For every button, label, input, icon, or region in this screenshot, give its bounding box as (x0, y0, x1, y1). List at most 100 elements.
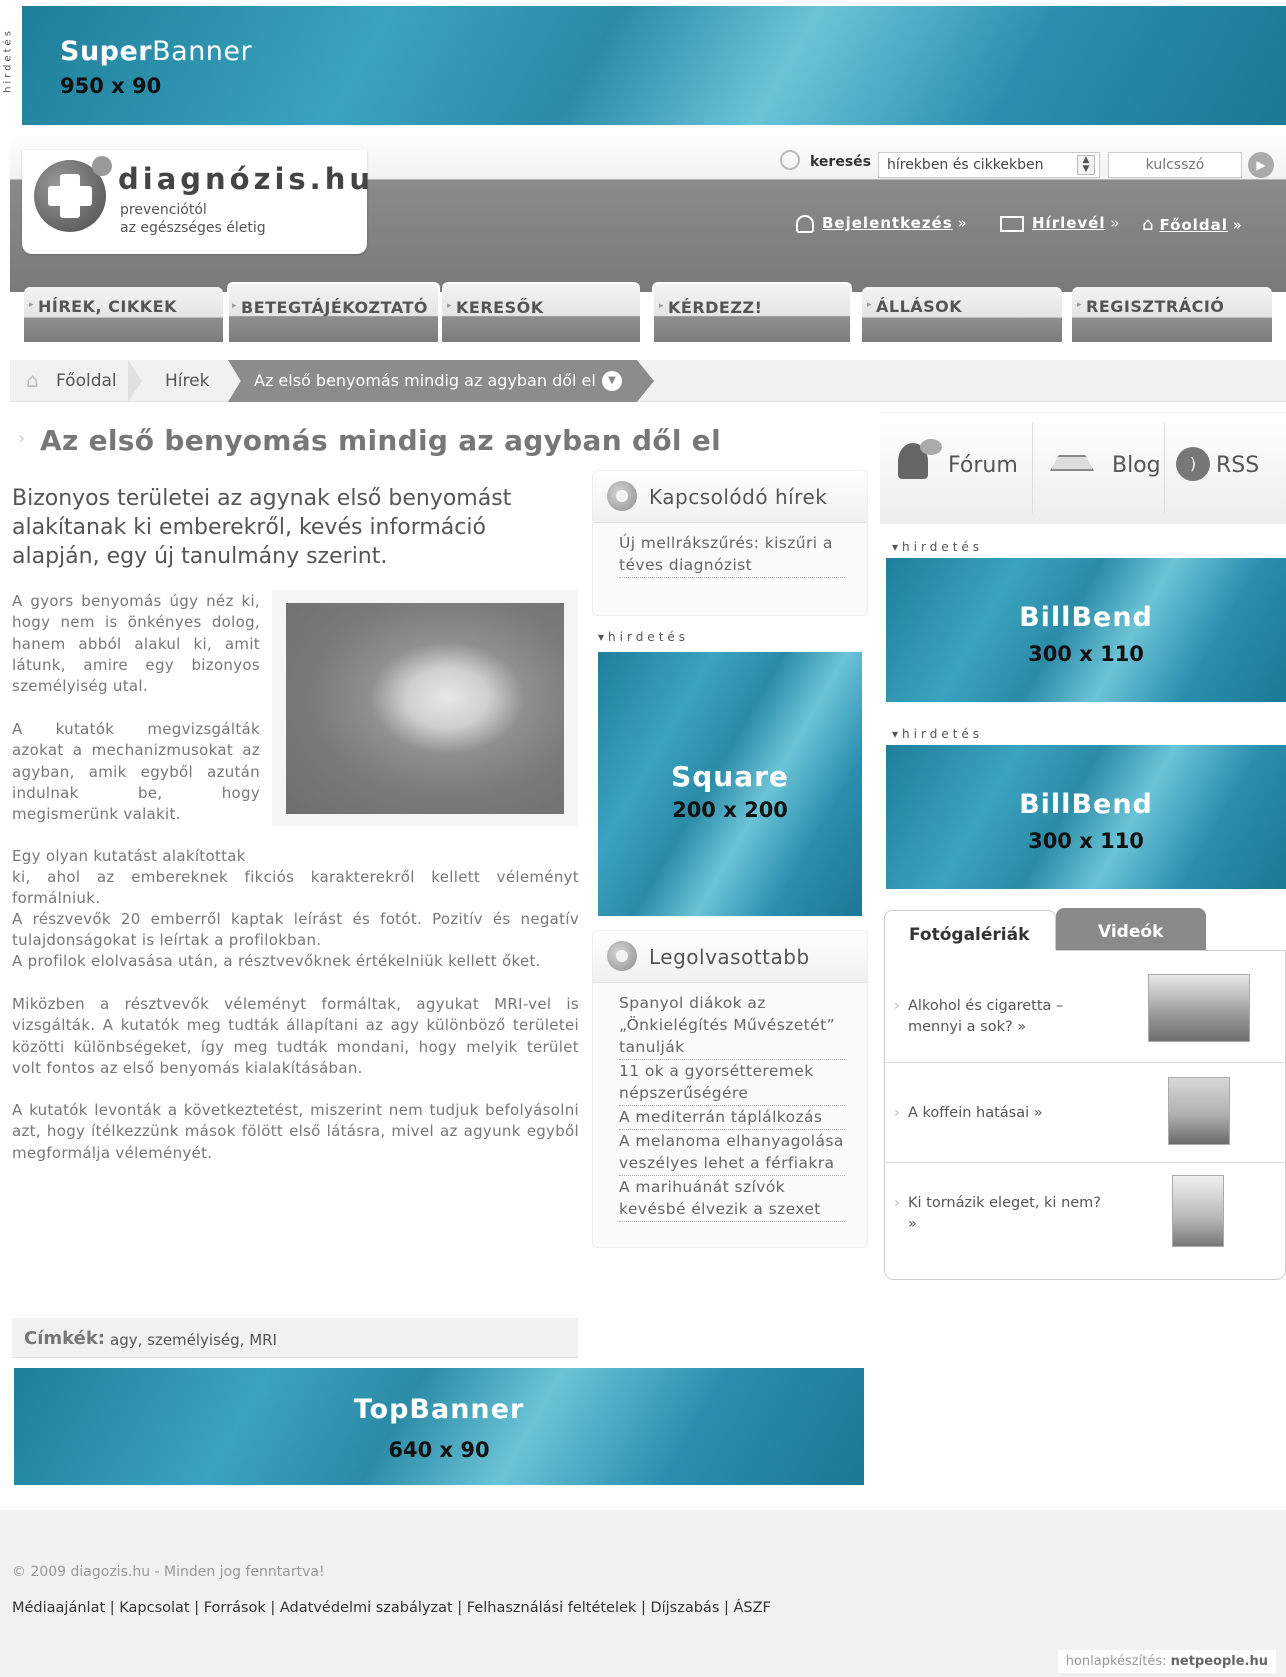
billbend-ad[interactable]: BillBend 300 x 110 (886, 745, 1286, 889)
footer-copyright: © 2009 diagozis.hu - Minden jog fenntart… (12, 1564, 325, 1580)
logo-box[interactable]: diagnózis.hu prevenciótól az egészséges … (22, 150, 370, 254)
rss-icon: ) (1176, 447, 1210, 481)
most-read-title: Legolvasottabb (649, 945, 810, 969)
tags-bar: Címkék: agy, személyiség, MRI (12, 1318, 578, 1358)
newsletter-link[interactable]: Hírlevél » (1000, 214, 1119, 232)
user-icon (796, 214, 814, 233)
tab-photo-galleries[interactable]: Fotógalériák (884, 910, 1056, 954)
article-paragraph: A kutatók megvizsgálták azokat a mechani… (12, 720, 260, 824)
article-lead: Bizonyos területei az agynak első benyom… (12, 486, 512, 569)
article-paragraph: A profilok elolvasása után, a résztvevők… (12, 952, 541, 970)
tab-videos[interactable]: Videók (1056, 908, 1206, 950)
search-icon (780, 150, 800, 170)
related-box: Kapcsolódó hírek Új mellrákszűrés: kiszű… (592, 470, 868, 616)
billbend-title: BillBend (1019, 602, 1153, 633)
article-paragraph: Egy olyan kutatást alakítottak (12, 847, 246, 865)
footer-link[interactable]: Díjszabás (650, 1600, 719, 1616)
footer-links: Médiaajánlat | Kapcsolat | Források | Ad… (12, 1600, 771, 1616)
gallery-thumbnail (1148, 974, 1250, 1042)
breadcrumb-news[interactable]: Hírek (165, 371, 209, 391)
login-link[interactable]: Bejelentkezés » (796, 214, 967, 233)
square-ad-size: 200 x 200 (672, 798, 788, 822)
nav-tab-jobs[interactable]: ÁLLÁSOK (862, 287, 1062, 342)
gallery-item[interactable]: Ki tornázik eleget, ki nem?» (886, 1162, 1283, 1272)
home-icon: ⌂ (1142, 214, 1154, 235)
search-input[interactable] (1108, 152, 1242, 178)
gallery-item[interactable]: A koffein hatásai » (886, 1062, 1283, 1162)
related-link[interactable]: Új mellrákszűrés: kiszűri a téves diagnó… (619, 533, 845, 579)
super-banner-title-bold: Super (60, 36, 153, 67)
super-banner-title: Banner (152, 36, 253, 67)
article-paragraph: Miközben a résztvevők véleményt formálta… (12, 995, 579, 1077)
billbend-size: 300 x 110 (1028, 829, 1144, 853)
footer-link[interactable]: Kapcsolat (119, 1600, 189, 1616)
nav-tab-ask[interactable]: KÉRDEZZ! (652, 282, 852, 342)
super-banner-size: 950 x 90 (60, 74, 162, 98)
square-ad-label: ▾hirdetés (598, 630, 690, 644)
home-icon: ⌂ (26, 368, 39, 392)
billbend-ad-label: ▾hirdetés (892, 727, 984, 741)
footer-link[interactable]: Felhasználási feltételek (467, 1600, 637, 1616)
nav-tab-patient-info[interactable]: BETEGTÁJÉKOZTATÓ (227, 282, 440, 342)
article-paragraph: A gyors benyomás úgy néz ki, hogy nem is… (12, 592, 260, 696)
billbend-title: BillBend (1019, 789, 1153, 820)
tags-value[interactable]: agy, személyiség, MRI (110, 1331, 277, 1349)
chevron-down-icon[interactable]: ▼ (602, 371, 622, 391)
article-image-frame (272, 590, 578, 826)
breadcrumb-separator (128, 360, 142, 402)
gear-icon (607, 941, 637, 971)
gallery-thumbnail (1168, 1077, 1230, 1145)
nav-tab-news[interactable]: HÍREK, CIKKEK (24, 287, 223, 342)
top-banner-title: TopBanner (353, 1394, 525, 1425)
social-bar: Fórum Blog ) RSS (880, 412, 1286, 524)
footer-link[interactable]: Források (204, 1600, 266, 1616)
super-banner[interactable]: SuperBanner 950 x 90 (22, 6, 1286, 125)
chevron-updown-icon: ▲ ▼ (1077, 155, 1095, 175)
most-read-link[interactable]: 11 ok a gyorsétteremek népszerűségére (619, 1061, 845, 1106)
forum-link[interactable]: Fórum (898, 439, 1038, 489)
breadcrumb-current: Az első benyomás mindig az agyban dől el… (228, 360, 654, 402)
logo-tagline-1: prevenciótól (120, 202, 207, 218)
blog-link[interactable]: Blog (1044, 439, 1174, 489)
super-banner-ad-label: hirdetés (2, 28, 14, 93)
nav-tab-search[interactable]: KERESŐK (442, 282, 640, 342)
footer: © 2009 diagozis.hu - Minden jog fenntart… (0, 1510, 1286, 1677)
rss-link[interactable]: ) RSS (1176, 439, 1276, 489)
square-ad[interactable]: Square 200 x 200 (598, 652, 862, 916)
square-ad-title: Square (671, 760, 789, 793)
footer-link[interactable]: Médiaajánlat (12, 1600, 105, 1616)
most-read-link[interactable]: A melanoma elhanyagolása veszélyes lehet… (619, 1131, 845, 1176)
article-paragraph: A kutatók levonták a következtetést, mis… (12, 1101, 579, 1162)
billbend-ad[interactable]: BillBend 300 x 110 (886, 558, 1286, 702)
title-arrow-icon: › (18, 428, 26, 449)
most-read-link[interactable]: A marihuánát szívók kevésbé élvezik a sz… (619, 1177, 845, 1222)
breadcrumb: ⌂ Főoldal Hírek Az első benyomás mindig … (10, 360, 1286, 402)
book-icon (1050, 455, 1094, 471)
brain-profile-image (286, 603, 564, 814)
footer-link[interactable]: ÁSZF (733, 1600, 770, 1616)
article-paragraph: A részvevők 20 emberről kaptak leírást é… (12, 910, 579, 950)
logo-name: diagnózis.hu (118, 162, 374, 196)
footer-link[interactable]: Adatvédelmi szabályzat (280, 1600, 453, 1616)
search-go-icon[interactable]: ▶ (1248, 152, 1274, 178)
top-banner-ad[interactable]: TopBanner 640 x 90 (14, 1368, 864, 1485)
most-read-link[interactable]: Spanyol diákok az „Önkielégítés Művészet… (619, 993, 845, 1060)
breadcrumb-home[interactable]: Főoldal (56, 371, 117, 391)
gear-icon (607, 481, 637, 511)
gallery-thumbnail (1172, 1175, 1224, 1247)
top-banner-size: 640 x 90 (388, 1438, 490, 1462)
most-read-box: Legolvasottabb Spanyol diákok az „Önkiel… (592, 930, 868, 1248)
tags-label: Címkék: (24, 1328, 105, 1349)
billbend-ad-label: ▾hirdetés (892, 540, 984, 554)
nav-tab-registration[interactable]: REGISZTRÁCIÓ (1072, 287, 1272, 342)
search-scope-value: hírekben és cikkekben (887, 157, 1044, 173)
related-title: Kapcsolódó hírek (649, 485, 828, 509)
home-link[interactable]: ⌂ Főoldal » (1142, 214, 1242, 235)
billbend-size: 300 x 110 (1028, 642, 1144, 666)
gallery-item[interactable]: Alkohol és cigaretta –mennyi a sok? » (886, 962, 1283, 1062)
footer-credit[interactable]: honlapkészítés: netpeople.hu (1057, 1650, 1276, 1673)
logo-dot-icon (92, 156, 112, 176)
logo-tagline-2: az egészséges életig (120, 220, 266, 236)
most-read-link[interactable]: A mediterrán táplálkozás (619, 1107, 845, 1130)
search-scope-select[interactable]: hírekben és cikkekben ▲ ▼ (878, 152, 1100, 178)
